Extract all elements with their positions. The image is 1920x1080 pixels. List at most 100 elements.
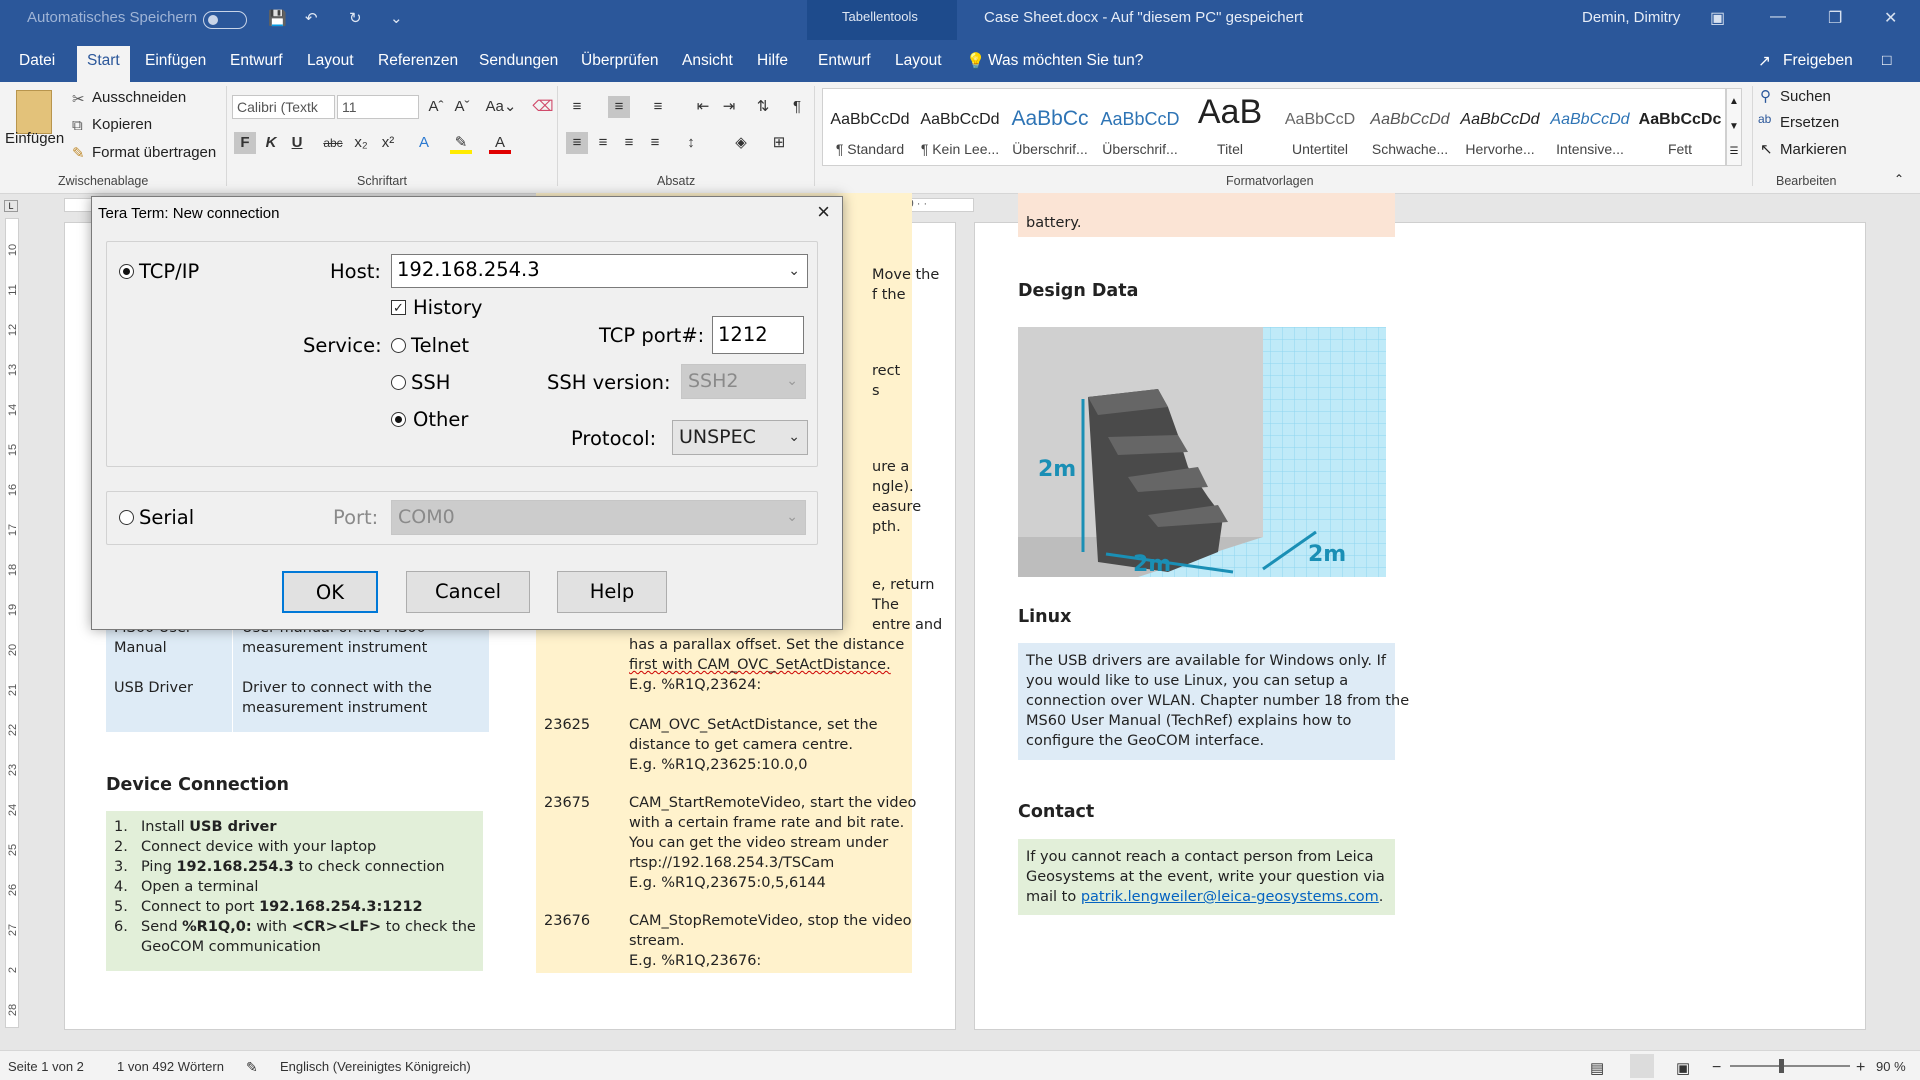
ribbon-display-icon[interactable]: ▣: [1710, 8, 1725, 28]
show-marks-icon[interactable]: ¶: [786, 96, 808, 118]
style-emphasis[interactable]: AaBbCcDd Hervorhe...: [1455, 89, 1545, 165]
serial-port-select[interactable]: COM0 ⌄: [391, 500, 806, 535]
shading-icon[interactable]: ◈: [730, 132, 752, 154]
close-window-button[interactable]: ✕: [1884, 8, 1897, 28]
grow-font-icon[interactable]: Aˆ: [425, 96, 447, 118]
style-title[interactable]: AaB Titel: [1185, 89, 1275, 165]
tab-selector-icon[interactable]: L: [4, 200, 18, 212]
serial-radio[interactable]: [119, 510, 134, 525]
borders-icon[interactable]: ⊞: [768, 132, 790, 154]
read-mode-icon[interactable]: ▤: [1590, 1059, 1604, 1077]
sort-icon[interactable]: ⇅: [752, 96, 774, 118]
cancel-button[interactable]: Cancel: [406, 571, 530, 613]
tab-table-design[interactable]: Entwurf: [818, 52, 871, 70]
language-status[interactable]: Englisch (Vereinigtes Königreich): [280, 1059, 471, 1074]
tab-insert[interactable]: Einfügen: [145, 52, 206, 70]
zoom-level[interactable]: 90 %: [1876, 1059, 1906, 1074]
find-button[interactable]: Suchen: [1780, 88, 1831, 105]
tab-table-layout[interactable]: Layout: [895, 52, 942, 70]
style-no-spacing[interactable]: AaBbCcDd ¶ Kein Lee...: [915, 89, 1005, 165]
clear-formatting-icon[interactable]: ⌫: [532, 96, 554, 118]
select-button[interactable]: Markieren: [1780, 141, 1847, 158]
cut-button[interactable]: Ausschneiden: [92, 89, 186, 106]
highlight-icon[interactable]: ✎: [450, 132, 472, 154]
change-case-icon[interactable]: Aa⌄: [485, 96, 517, 118]
text-effects-icon[interactable]: A: [413, 132, 435, 154]
zoom-in-icon[interactable]: +: [1856, 1059, 1865, 1077]
zoom-slider[interactable]: [1730, 1065, 1850, 1067]
tab-references[interactable]: Referenzen: [378, 52, 458, 70]
zoom-slider-thumb[interactable]: [1779, 1059, 1784, 1073]
ssh-version-select[interactable]: SSH2 ⌄: [681, 364, 806, 399]
protocol-select[interactable]: UNSPEC ⌄: [672, 420, 808, 455]
customize-qat-icon[interactable]: ⌄: [390, 9, 403, 27]
multilevel-list-icon[interactable]: ≡: [647, 96, 669, 118]
print-layout-icon[interactable]: [1630, 1054, 1654, 1078]
tab-help[interactable]: Hilfe: [757, 52, 788, 70]
tab-file[interactable]: Datei: [19, 52, 55, 70]
font-name-combo[interactable]: Calibri (Textk: [232, 95, 335, 119]
strikethrough-icon[interactable]: abc: [322, 132, 344, 154]
bold-button[interactable]: F: [234, 132, 256, 154]
page-count[interactable]: Seite 1 von 2: [8, 1059, 84, 1074]
style-standard[interactable]: AaBbCcDd ¶ Standard: [825, 89, 915, 165]
comments-icon[interactable]: □: [1882, 52, 1891, 70]
ssh-radio[interactable]: [391, 375, 406, 390]
collapse-ribbon-icon[interactable]: ⌃: [1894, 172, 1904, 186]
paste-icon[interactable]: [16, 90, 52, 134]
minimize-button[interactable]: —: [1770, 8, 1786, 26]
font-color-icon[interactable]: A: [489, 132, 511, 154]
superscript-icon[interactable]: x²: [377, 132, 399, 154]
bullets-icon[interactable]: ≡: [566, 96, 588, 118]
ok-button[interactable]: OK: [282, 571, 378, 613]
host-combo[interactable]: 192.168.254.3 ⌄: [391, 254, 808, 288]
user-name[interactable]: Demin, Dimitry: [1582, 9, 1680, 26]
decrease-indent-icon[interactable]: ⇤: [692, 96, 714, 118]
telnet-radio[interactable]: [391, 338, 406, 353]
style-heading1[interactable]: AaBbCc Überschrif...: [1005, 89, 1095, 165]
web-layout-icon[interactable]: ▣: [1676, 1059, 1690, 1077]
style-heading2[interactable]: AaBbCcD Überschrif...: [1095, 89, 1185, 165]
tcpip-radio[interactable]: [119, 264, 134, 279]
tab-layout[interactable]: Layout: [307, 52, 354, 70]
style-subtitle[interactable]: AaBbCcD Untertitel: [1275, 89, 1365, 165]
tcp-port-input[interactable]: 1212: [712, 316, 804, 354]
style-intense-emphasis[interactable]: AaBbCcDd Intensive...: [1545, 89, 1635, 165]
page-2[interactable]: battery. Design Data 2m 2m 2m Linux The …: [974, 193, 1866, 1030]
tab-view[interactable]: Ansicht: [682, 52, 733, 70]
undo-icon[interactable]: ↶: [305, 9, 318, 27]
italic-button[interactable]: K: [260, 132, 282, 154]
align-right-icon[interactable]: ≡: [618, 132, 640, 154]
maximize-button[interactable]: ❐: [1828, 8, 1842, 28]
redo-icon[interactable]: ↻: [349, 9, 362, 27]
justify-icon[interactable]: ≡: [644, 132, 666, 154]
increase-indent-icon[interactable]: ⇥: [718, 96, 740, 118]
tab-design[interactable]: Entwurf: [230, 52, 283, 70]
align-center-icon[interactable]: ≡: [592, 132, 614, 154]
tell-me-search[interactable]: Was möchten Sie tun?: [988, 52, 1143, 70]
font-size-combo[interactable]: 11: [337, 95, 419, 119]
other-radio[interactable]: [391, 412, 406, 427]
format-painter-button[interactable]: Format übertragen: [92, 144, 216, 161]
contact-email-link[interactable]: patrik.lengweiler@leica-geosystems.com: [1081, 889, 1379, 905]
tab-start[interactable]: Start: [77, 46, 130, 82]
save-icon[interactable]: 💾: [268, 9, 287, 27]
tab-review[interactable]: Überprüfen: [581, 52, 659, 70]
style-strong[interactable]: AaBbCcDc Fett: [1635, 89, 1725, 165]
line-spacing-icon[interactable]: ↕: [680, 132, 702, 154]
proofing-icon[interactable]: ✎: [246, 1059, 258, 1076]
align-left-icon[interactable]: ≡: [566, 132, 588, 154]
zoom-out-icon[interactable]: −: [1712, 1059, 1721, 1077]
shrink-font-icon[interactable]: Aˇ: [451, 96, 473, 118]
help-button[interactable]: Help: [557, 571, 667, 613]
subscript-icon[interactable]: x₂: [350, 132, 372, 154]
numbering-icon[interactable]: ≡: [608, 96, 630, 118]
paste-button[interactable]: Einfügen: [5, 130, 64, 147]
word-count[interactable]: 1 von 492 Wörtern: [117, 1059, 224, 1074]
autosave-toggle[interactable]: [203, 11, 247, 29]
history-checkbox[interactable]: ✓: [391, 300, 406, 315]
tab-mailings[interactable]: Sendungen: [479, 52, 558, 70]
share-button[interactable]: Freigeben: [1783, 52, 1853, 70]
dialog-close-button[interactable]: ×: [817, 199, 830, 225]
styles-scroll[interactable]: ▲ ▼ ☰: [1726, 88, 1742, 166]
